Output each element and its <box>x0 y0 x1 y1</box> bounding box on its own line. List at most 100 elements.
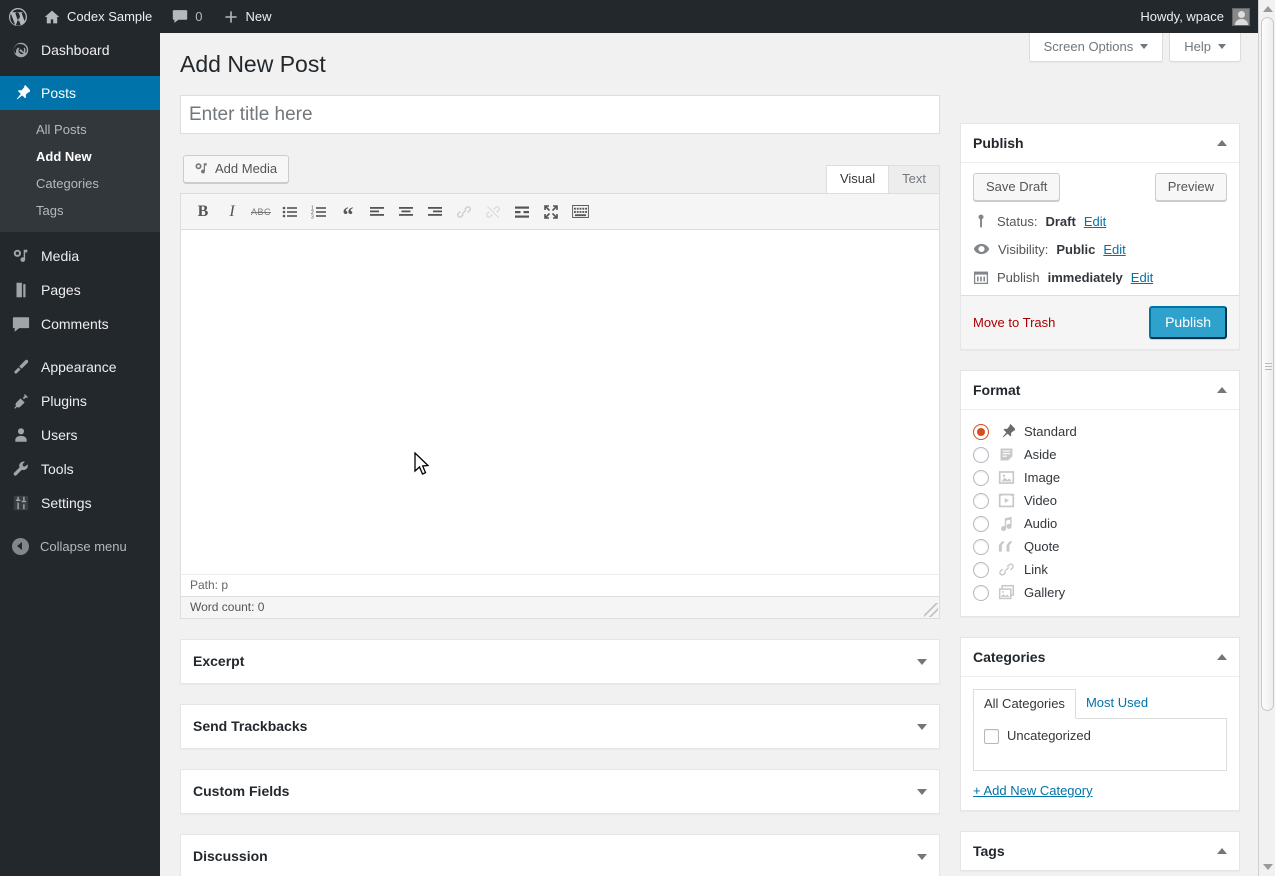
radio-audio[interactable] <box>973 515 989 532</box>
media-icon <box>13 249 28 262</box>
chevron-down-icon[interactable] <box>917 853 927 860</box>
remove-link-icon[interactable] <box>480 199 506 225</box>
chevron-down-icon[interactable] <box>917 723 927 730</box>
categories-box: Categories All Categories Most Used Unca… <box>960 637 1240 811</box>
save-draft-button[interactable]: Save Draft <box>973 173 1061 201</box>
preview-button[interactable]: Preview <box>1154 173 1227 201</box>
publish-button[interactable]: Publish <box>1149 306 1227 339</box>
sidebar-item-pages[interactable]: Pages <box>0 273 160 307</box>
strikethrough-icon[interactable]: ABC <box>248 199 274 225</box>
format-option-link[interactable]: Link <box>973 558 1227 581</box>
chevron-up-icon[interactable] <box>1217 387 1227 393</box>
metabox-custom-fields[interactable]: Custom Fields <box>180 769 940 814</box>
plus-icon <box>224 10 237 23</box>
status-edit-link[interactable]: Edit <box>1084 214 1106 229</box>
add-media-label: Add Media <box>215 161 278 176</box>
sidebar-item-appearance[interactable]: Appearance <box>0 350 160 384</box>
sidebar-item-tools[interactable]: Tools <box>0 452 160 486</box>
fullscreen-icon[interactable] <box>538 199 564 225</box>
italic-icon[interactable]: I <box>219 199 245 225</box>
checkbox-uncategorized[interactable] <box>984 729 999 744</box>
format-option-quote[interactable]: Quote <box>973 535 1227 558</box>
scroll-down-arrow-icon[interactable] <box>1263 864 1273 870</box>
chevron-down-icon[interactable] <box>917 658 927 665</box>
move-to-trash-link[interactable]: Move to Trash <box>973 315 1055 330</box>
new-content-link[interactable]: New <box>213 0 282 33</box>
sidebar-item-media[interactable]: Media <box>0 239 160 273</box>
editor-content-area[interactable] <box>181 230 939 574</box>
sidebar-item-users[interactable]: Users <box>0 418 160 452</box>
sidebar-item-all-posts[interactable]: All Posts <box>0 116 160 143</box>
tab-text[interactable]: Text <box>888 165 940 193</box>
comments-link[interactable]: 0 <box>162 0 212 33</box>
radio-quote[interactable] <box>973 538 989 555</box>
align-left-icon[interactable] <box>364 199 390 225</box>
sidebar-item-dashboard[interactable]: Dashboard <box>0 33 160 67</box>
radio-aside[interactable] <box>973 446 989 463</box>
metabox-discussion[interactable]: Discussion <box>180 834 940 876</box>
visibility-edit-link[interactable]: Edit <box>1103 242 1125 257</box>
radio-gallery[interactable] <box>973 584 989 601</box>
site-name-link[interactable]: Codex Sample <box>34 0 162 33</box>
wordpress-logo-link[interactable] <box>0 0 34 33</box>
chevron-down-icon[interactable] <box>917 788 927 795</box>
format-box-header[interactable]: Format <box>961 371 1239 410</box>
format-option-aside[interactable]: Aside <box>973 443 1227 466</box>
sidebar-item-tags[interactable]: Tags <box>0 197 160 224</box>
insert-more-tag-icon[interactable] <box>509 199 535 225</box>
insert-link-icon[interactable] <box>451 199 477 225</box>
tab-all-categories[interactable]: All Categories <box>973 689 1076 719</box>
bulleted-list-icon[interactable] <box>277 199 303 225</box>
chevron-up-icon[interactable] <box>1217 140 1227 146</box>
collapse-menu-button[interactable]: Collapse menu <box>0 529 160 563</box>
admin-sidebar: Dashboard Posts All Posts Add New Catego… <box>0 33 168 876</box>
sliders-icon <box>13 495 29 511</box>
scrollbar-thumb[interactable] <box>1261 17 1274 711</box>
format-option-gallery[interactable]: Gallery <box>973 581 1227 604</box>
numbered-list-icon[interactable]: 123 <box>306 199 332 225</box>
scroll-up-arrow-icon[interactable] <box>1263 6 1273 12</box>
sidebar-item-settings[interactable]: Settings <box>0 486 160 520</box>
radio-standard[interactable] <box>973 423 989 440</box>
tab-most-used[interactable]: Most Used <box>1076 689 1158 718</box>
metabox-send-trackbacks[interactable]: Send Trackbacks <box>180 704 940 749</box>
page-scrollbar[interactable] <box>1258 0 1275 876</box>
publish-box-header[interactable]: Publish <box>961 124 1239 163</box>
chevron-up-icon[interactable] <box>1217 848 1227 854</box>
editor-resize-handle[interactable] <box>924 603 938 617</box>
align-right-icon[interactable] <box>422 199 448 225</box>
format-option-image[interactable]: Image <box>973 466 1227 489</box>
metabox-excerpt[interactable]: Excerpt <box>180 639 940 684</box>
bold-icon[interactable]: B <box>190 199 216 225</box>
account-menu[interactable]: Howdy, wpace <box>1140 7 1258 26</box>
sidebar-item-plugins[interactable]: Plugins <box>0 384 160 418</box>
post-title-input[interactable] <box>180 95 940 134</box>
tab-visual[interactable]: Visual <box>825 165 890 193</box>
add-media-button[interactable]: Add Media <box>183 155 290 183</box>
toolbar-toggle-icon[interactable] <box>567 199 593 225</box>
categories-box-header[interactable]: Categories <box>961 638 1239 677</box>
align-center-icon[interactable] <box>393 199 419 225</box>
radio-image[interactable] <box>973 469 989 486</box>
chevron-up-icon[interactable] <box>1217 654 1227 660</box>
add-new-category-link[interactable]: + Add New Category <box>973 783 1227 798</box>
blockquote-icon[interactable]: “ <box>335 199 361 225</box>
format-option-video[interactable]: Video <box>973 489 1227 512</box>
sidebar-item-categories[interactable]: Categories <box>0 170 160 197</box>
sidebar-item-label: Users <box>41 427 78 443</box>
radio-link[interactable] <box>973 561 989 578</box>
chevron-down-icon <box>1140 44 1149 49</box>
pages-icon <box>16 282 26 298</box>
help-button[interactable]: Help <box>1169 33 1241 62</box>
categories-list: Uncategorized <box>973 719 1227 771</box>
svg-text:3: 3 <box>311 214 314 220</box>
radio-video[interactable] <box>973 492 989 509</box>
format-option-standard[interactable]: Standard <box>973 420 1227 443</box>
format-option-audio[interactable]: Audio <box>973 512 1227 535</box>
schedule-edit-link[interactable]: Edit <box>1131 270 1153 285</box>
tags-box-header[interactable]: Tags <box>961 832 1239 870</box>
sidebar-item-comments[interactable]: Comments <box>0 307 160 341</box>
screen-options-button[interactable]: Screen Options <box>1028 33 1164 62</box>
sidebar-item-posts[interactable]: Posts <box>0 76 168 110</box>
sidebar-item-add-new[interactable]: Add New <box>0 143 160 170</box>
